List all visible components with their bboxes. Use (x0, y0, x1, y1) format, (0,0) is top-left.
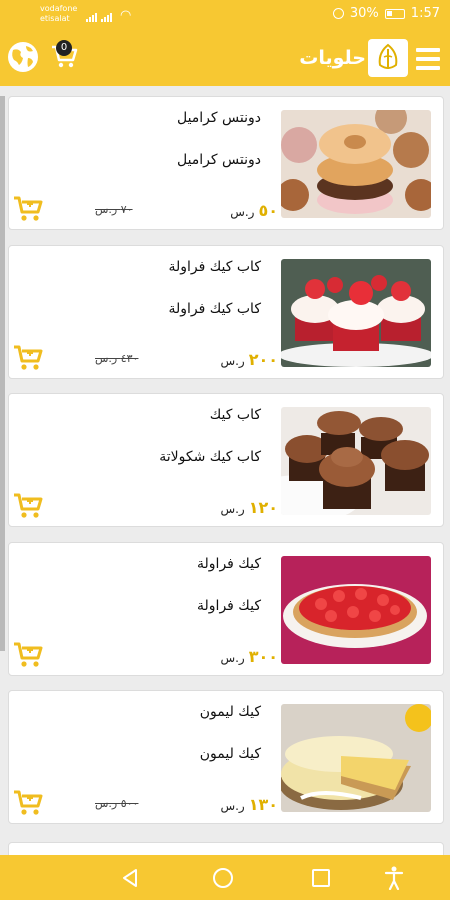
price-currency: ر.س (230, 205, 255, 219)
product-name: كاب كيك (209, 407, 261, 423)
product-description: كيك ليمون (199, 746, 261, 762)
carrier-2: etisalat (40, 14, 70, 23)
price-value: ٥٠ (258, 201, 278, 220)
product-card[interactable]: كاب كيك فراولة كاب كيك فراولة ٢٠٠ ر.س ٤٣… (8, 244, 444, 379)
product-price: ١٣٠ ر.س (220, 795, 278, 814)
product-list: دونتس كراميل دونتس كراميل ٥٠ ر.س ٧٠ ر.س (8, 96, 444, 839)
battery-icon (384, 8, 405, 19)
old-price: ٧٠ ر.س (95, 203, 133, 216)
price-currency: ر.س (220, 650, 245, 665)
price-currency: ر.س (220, 799, 245, 813)
page-title: حلويات (299, 47, 366, 69)
price-value: ١٢٠ (248, 498, 278, 517)
back-icon[interactable] (121, 868, 139, 888)
clock: 1:57 (410, 6, 440, 21)
price-currency: ر.س (220, 502, 245, 516)
app-logo (368, 39, 408, 77)
product-price: ١٢٠ ر.س (220, 498, 278, 517)
product-card[interactable]: كيك ليمون كيك ليمون ١٣٠ ر.س ٥٠٠ ر.س (8, 690, 444, 824)
battery-percent: 30% (349, 6, 379, 21)
add-to-cart-icon[interactable] (13, 641, 43, 669)
status-right: 30% 1:57 (332, 6, 440, 21)
add-to-cart-icon[interactable] (13, 492, 43, 520)
product-image (281, 110, 431, 218)
system-nav-bar (0, 855, 450, 900)
wifi-icon: ◠ (120, 8, 132, 23)
alarm-icon (332, 8, 344, 19)
accessibility-icon[interactable] (384, 866, 404, 890)
recents-icon[interactable] (312, 869, 330, 887)
app-bar: 0 حلويات (0, 30, 450, 86)
price-value: ١٣٠ (248, 795, 278, 814)
add-to-cart-icon[interactable] (13, 195, 43, 223)
product-name: كيك فراولة (197, 555, 261, 572)
price-value: ٢٠٠ (248, 349, 278, 369)
price-value: ٣٠٠ (248, 646, 278, 666)
signal-icon (101, 13, 112, 22)
product-description: كاب كيك فراولة (168, 300, 261, 317)
product-name: كاب كيك فراولة (168, 258, 261, 275)
product-price: ٣٠٠ ر.س (220, 647, 278, 666)
product-image (281, 407, 431, 515)
menu-icon[interactable] (416, 48, 440, 70)
add-to-cart-icon[interactable] (13, 789, 43, 817)
globe-icon[interactable] (6, 40, 40, 74)
signal-icon (86, 13, 97, 22)
product-image (281, 258, 431, 367)
product-card[interactable]: كاب كيك كاب كيك شكولاتة ١٢٠ ر.س (8, 393, 444, 527)
status-bar: vodafone etisalat ◠ 30% 1:57 (0, 0, 450, 30)
home-icon[interactable] (213, 868, 233, 888)
carrier-labels: vodafone etisalat (40, 4, 77, 24)
carrier-1: vodafone (40, 4, 78, 13)
add-to-cart-icon[interactable] (13, 344, 43, 372)
product-card[interactable]: كيك فراولة كيك فراولة ٣٠٠ ر.س (8, 541, 444, 676)
signal-icons: ◠ (86, 9, 131, 22)
product-description: دونتس كراميل (176, 152, 261, 168)
product-image (281, 704, 431, 812)
old-price: ٤٣٠ ر.س (95, 351, 139, 365)
product-name: دونتس كراميل (176, 110, 261, 126)
logo-icon (378, 43, 398, 69)
old-price: ٥٠٠ ر.س (95, 797, 139, 810)
product-card[interactable]: دونتس كراميل دونتس كراميل ٥٠ ر.س ٧٠ ر.س (8, 96, 444, 230)
scroll-indicator[interactable] (0, 96, 5, 651)
price-currency: ر.س (220, 353, 245, 368)
product-image (281, 555, 431, 664)
product-name: كيك ليمون (199, 704, 261, 720)
product-price: ٢٠٠ ر.س (220, 350, 278, 369)
product-description: كاب كيك شكولاتة (159, 449, 261, 465)
cart-count-badge: 0 (56, 40, 72, 56)
product-price: ٥٠ ر.س (230, 201, 278, 220)
product-description: كيك فراولة (197, 597, 261, 614)
